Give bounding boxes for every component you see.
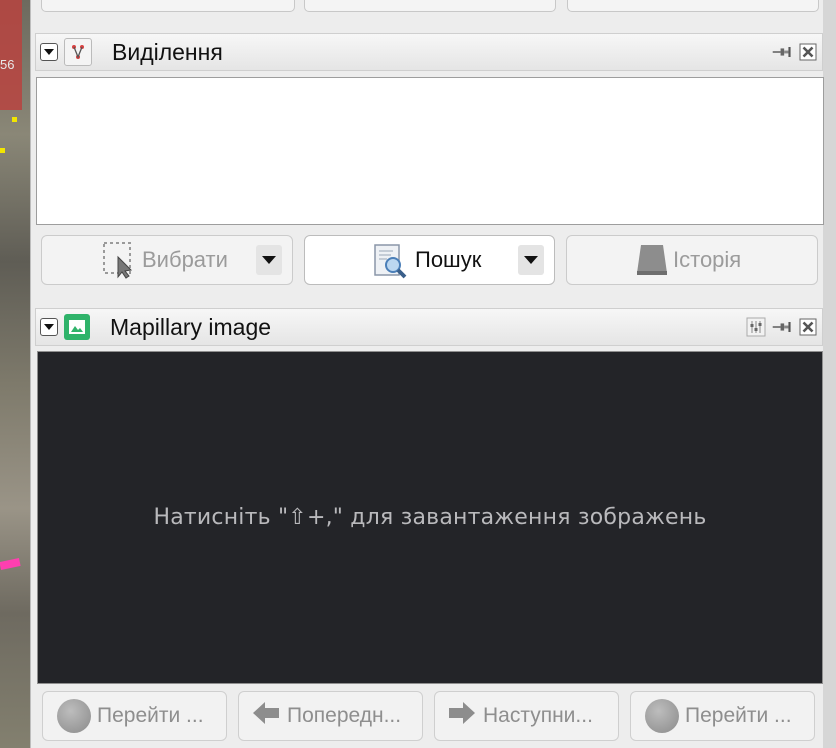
map-node [12, 117, 17, 122]
magnifier-icon [373, 241, 409, 279]
jump-button-label: Перейти ... [685, 704, 792, 727]
search-button-label: Пошук [415, 247, 482, 272]
next-button-label: Наступни... [483, 704, 593, 727]
chevron-down-icon[interactable] [518, 245, 544, 275]
jump-button[interactable]: Перейти ... [630, 691, 815, 741]
panel-title: Mapillary image [110, 313, 272, 340]
close-icon[interactable] [798, 42, 818, 62]
panel-title: Виділення [112, 38, 223, 65]
settings-icon[interactable] [746, 317, 766, 337]
map-view-edge[interactable]: 56 [0, 0, 30, 748]
map-road-pink [0, 558, 21, 570]
map-node [0, 148, 5, 153]
chevron-down-icon[interactable] [256, 245, 282, 275]
next-button[interactable]: Наступни... [434, 691, 619, 741]
chevron-down-icon[interactable] [40, 318, 58, 336]
viewer-message: Натисніть "⇧+," для завантаження зображе… [153, 505, 707, 530]
selection-icon [64, 38, 92, 66]
jump-button-label: Перейти ... [97, 704, 204, 727]
previous-button[interactable]: Попередн... [238, 691, 423, 741]
pin-icon[interactable] [772, 317, 792, 337]
toolbar-button-stub[interactable] [567, 0, 819, 12]
history-icon [635, 243, 669, 277]
scrollbar[interactable] [822, 0, 836, 748]
select-button[interactable]: Вибрати [41, 235, 293, 285]
toolbar-button-stub[interactable] [41, 0, 295, 12]
arrow-left-icon [251, 699, 281, 733]
arrow-right-icon [447, 699, 477, 733]
image-icon [64, 314, 90, 340]
toolbar-button-stub[interactable] [304, 0, 556, 12]
map-label: 56 [0, 57, 15, 72]
previous-button-label: Попередн... [287, 704, 402, 727]
selection-panel-header: Виділення [35, 33, 823, 71]
close-icon[interactable] [798, 317, 818, 337]
select-button-label: Вибрати [142, 247, 228, 272]
map-road [0, 0, 22, 110]
pin-icon[interactable] [772, 42, 792, 62]
select-cursor-icon [102, 241, 136, 279]
history-button-label: Історія [673, 247, 742, 272]
search-button[interactable]: Пошук [304, 235, 555, 285]
mapillary-panel-header: Mapillary image [35, 308, 823, 346]
circle-icon [57, 699, 91, 733]
side-panels: Виділення Вибрати Пошук Історія Mapillar… [30, 0, 824, 748]
mapillary-image-viewer[interactable]: Натисніть "⇧+," для завантаження зображе… [37, 351, 823, 684]
history-button[interactable]: Історія [566, 235, 818, 285]
chevron-down-icon[interactable] [40, 43, 58, 61]
circle-icon [645, 699, 679, 733]
jump-button[interactable]: Перейти ... [42, 691, 227, 741]
selection-list[interactable] [36, 77, 824, 225]
